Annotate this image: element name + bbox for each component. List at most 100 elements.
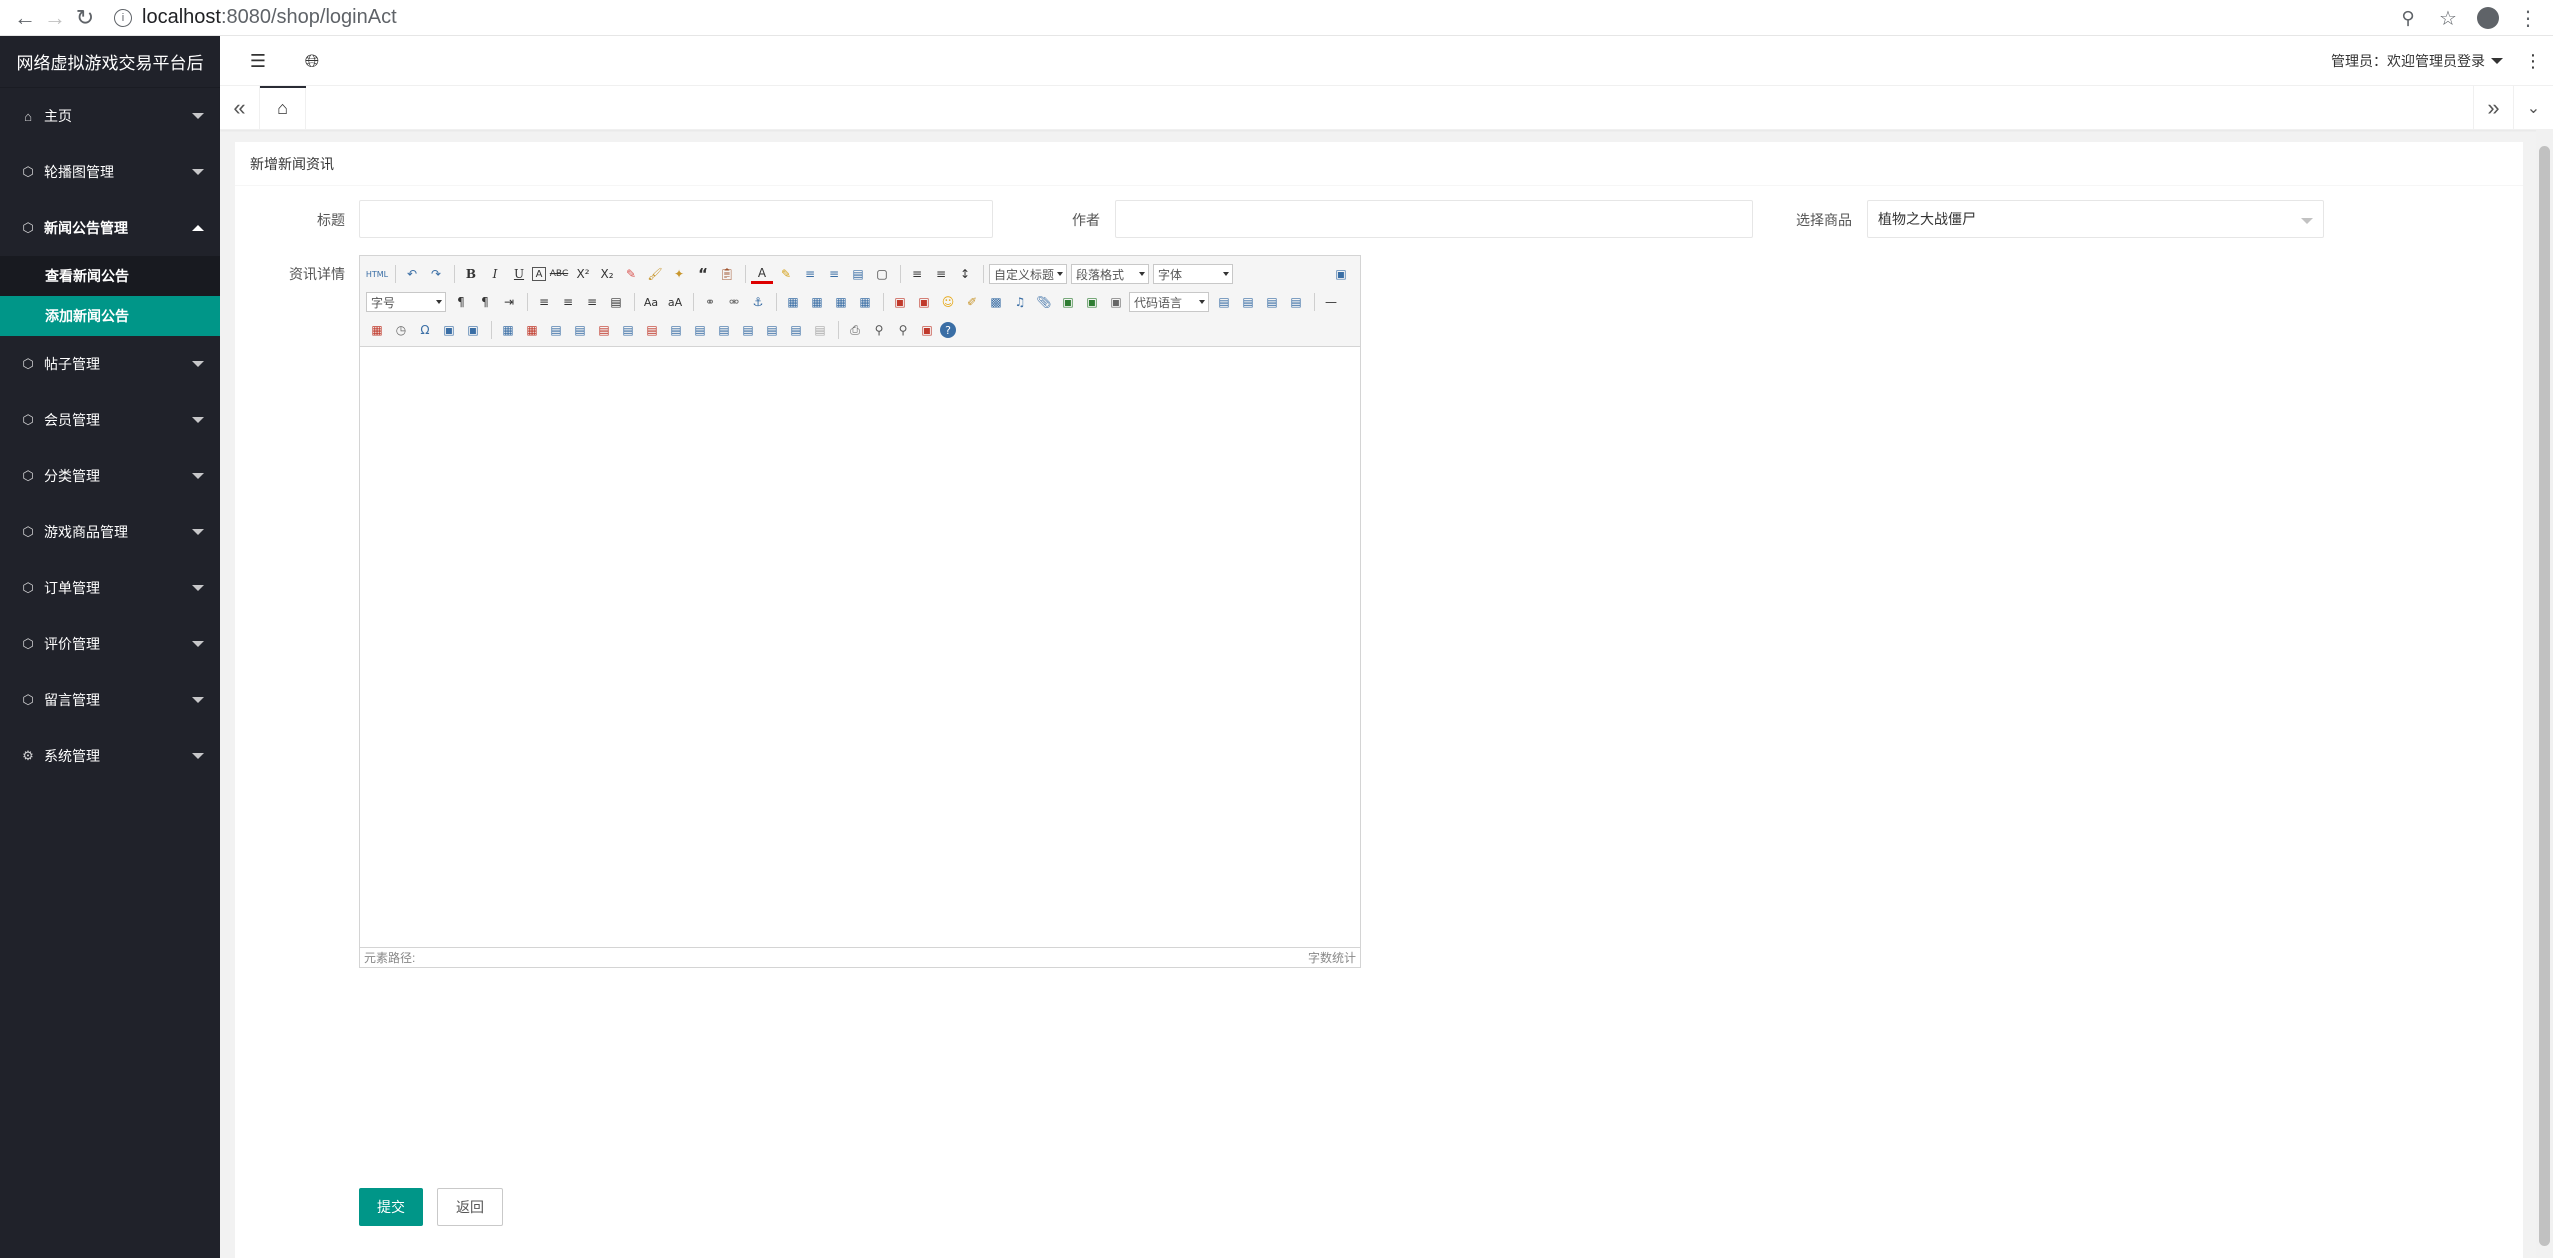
image-left-icon[interactable]: ▦ — [806, 292, 828, 312]
unlink-icon[interactable]: ⚮ — [723, 292, 745, 312]
delete-col-icon[interactable]: ▤ — [641, 320, 663, 340]
submenu-item-add-news[interactable]: 添加新闻公告 — [0, 296, 220, 336]
link-icon[interactable]: ⚭ — [699, 292, 721, 312]
merge-cells-icon[interactable]: ▤ — [665, 320, 687, 340]
preview-icon[interactable]: ⚲ — [868, 320, 890, 340]
insert-col-icon[interactable]: ▤ — [617, 320, 639, 340]
clear-doc-icon[interactable]: ▢ — [871, 264, 893, 284]
delete-row-icon[interactable]: ▤ — [593, 320, 615, 340]
merge-down-icon[interactable]: ▤ — [713, 320, 735, 340]
blockquote-icon[interactable]: “ — [692, 264, 714, 284]
music-icon[interactable]: ♫ — [1009, 292, 1031, 312]
lowercase-icon[interactable]: aA — [664, 292, 686, 312]
user-menu[interactable]: 管理员：欢迎管理员登录 — [2331, 36, 2503, 86]
simple-upload-icon[interactable]: ▣ — [889, 292, 911, 312]
font-color-icon[interactable]: A — [751, 264, 773, 284]
zoom-icon[interactable]: ⚲ — [2393, 3, 2423, 33]
submit-button[interactable]: 提交 — [359, 1188, 423, 1226]
page-scrollbar[interactable] — [2536, 130, 2553, 1258]
select-all-icon[interactable]: ▤ — [847, 264, 869, 284]
undo-icon[interactable]: ↶ — [401, 264, 423, 284]
word-image-icon[interactable]: ▤ — [1285, 292, 1307, 312]
sidebar-item-posts[interactable]: ⬡ 帖子管理 — [0, 336, 220, 392]
background-icon[interactable]: ▤ — [1237, 292, 1259, 312]
word-count-icon[interactable]: ▣ — [462, 320, 484, 340]
ordered-list-icon[interactable]: ≡ — [799, 264, 821, 284]
search-replace-icon[interactable]: ⚲ — [892, 320, 914, 340]
bold-icon[interactable]: B — [460, 264, 482, 284]
scrawl-icon[interactable]: ✐ — [961, 292, 983, 312]
code-language-select[interactable]: 代码语言 — [1129, 292, 1209, 312]
title-input[interactable] — [359, 200, 993, 238]
ltr-direction-icon[interactable]: ¶ — [450, 292, 472, 312]
browser-menu-icon[interactable]: ⋮ — [2513, 3, 2543, 33]
font-border-icon[interactable]: A — [532, 267, 546, 281]
address-bar[interactable]: i localhost:8080/shop/loginAct — [108, 3, 397, 33]
split-rows-icon[interactable]: ▤ — [761, 320, 783, 340]
map-icon[interactable]: ▣ — [1081, 292, 1103, 312]
split-cols-icon[interactable]: ▤ — [785, 320, 807, 340]
insert-image-icon[interactable]: ▣ — [913, 292, 935, 312]
web-page-icon[interactable]: ▣ — [1105, 292, 1127, 312]
italic-icon[interactable]: I — [484, 264, 506, 284]
custom-heading-select[interactable]: 自定义标题 — [989, 264, 1067, 284]
menu-collapse-icon[interactable]: ☰ — [238, 36, 278, 86]
emotion-icon[interactable]: ☺ — [937, 292, 959, 312]
scrollbar-thumb[interactable] — [2539, 146, 2550, 1246]
fullscreen-icon[interactable]: ▣ — [1330, 264, 1352, 284]
anchor-icon[interactable]: ⚓ — [747, 292, 769, 312]
align-center-icon[interactable]: ≡ — [557, 292, 579, 312]
insert-paragraph-before-table-icon[interactable]: ▤ — [545, 320, 567, 340]
sidebar-item-game-goods[interactable]: ⬡ 游戏商品管理 — [0, 504, 220, 560]
insert-table-icon[interactable]: ▦ — [497, 320, 519, 340]
time-icon[interactable]: ◷ — [390, 320, 412, 340]
row-spacing-top-icon[interactable]: ≡ — [906, 264, 928, 284]
browser-back-icon[interactable]: ← — [10, 3, 40, 33]
insert-video-icon[interactable]: ▩ — [985, 292, 1007, 312]
tabs-scroll-left-icon[interactable]: « — [220, 86, 260, 130]
merge-right-icon[interactable]: ▤ — [689, 320, 711, 340]
bookmark-star-icon[interactable]: ☆ — [2433, 3, 2463, 33]
html-source-icon[interactable]: HTML — [366, 264, 388, 284]
split-cells-icon[interactable]: ▤ — [737, 320, 759, 340]
unordered-list-icon[interactable]: ≡ — [823, 264, 845, 284]
align-right-icon[interactable]: ≡ — [581, 292, 603, 312]
image-center-icon[interactable]: ▦ — [854, 292, 876, 312]
sidebar-item-categories[interactable]: ⬡ 分类管理 — [0, 448, 220, 504]
editor-content-area[interactable] — [360, 347, 1360, 947]
tabs-options-chevron-icon[interactable]: ⌄ — [2513, 86, 2553, 130]
profile-avatar-icon[interactable] — [2473, 3, 2503, 33]
more-vertical-icon[interactable]: ⋮ — [2513, 36, 2553, 86]
browser-reload-icon[interactable]: ↻ — [70, 3, 100, 33]
attachment-icon[interactable]: 📎︎ — [1033, 292, 1055, 312]
auto-typeset-icon[interactable]: ✦ — [668, 264, 690, 284]
redo-icon[interactable]: ↷ — [425, 264, 447, 284]
font-size-select[interactable]: 字号 — [366, 292, 446, 312]
date-icon[interactable]: ▦ — [366, 320, 388, 340]
image-right-icon[interactable]: ▦ — [830, 292, 852, 312]
sidebar-item-orders[interactable]: ⬡ 订单管理 — [0, 560, 220, 616]
browser-forward-icon[interactable]: → — [40, 3, 70, 33]
tab-home[interactable]: ⌂ — [260, 86, 306, 130]
uppercase-icon[interactable]: Aa — [640, 292, 662, 312]
special-chars-icon[interactable]: Ω — [414, 320, 436, 340]
insert-row-icon[interactable]: ▤ — [569, 320, 591, 340]
superscript-icon[interactable]: X² — [572, 264, 594, 284]
sidebar-item-news[interactable]: ⬡ 新闻公告管理 — [0, 200, 220, 256]
back-button[interactable]: 返回 — [437, 1188, 503, 1226]
sidebar-item-reviews[interactable]: ⬡ 评价管理 — [0, 616, 220, 672]
font-family-select[interactable]: 字体 — [1153, 264, 1233, 284]
indent-icon[interactable]: ⇥ — [498, 292, 520, 312]
template-icon[interactable]: ▤ — [1213, 292, 1235, 312]
print-icon[interactable]: ⎙ — [844, 320, 866, 340]
page-break-icon[interactable]: ▤ — [1261, 292, 1283, 312]
help-icon[interactable]: ? — [940, 322, 956, 338]
subscript-icon[interactable]: X₂ — [596, 264, 618, 284]
insert-frame-icon[interactable]: ▣ — [1057, 292, 1079, 312]
horizontal-rule-icon[interactable]: — — [1320, 292, 1342, 312]
sidebar-item-system[interactable]: ⚙ 系统管理 — [0, 728, 220, 784]
underline-icon[interactable]: U — [508, 264, 530, 284]
drafts-icon[interactable]: ▣ — [916, 320, 938, 340]
tabs-scroll-right-icon[interactable]: » — [2473, 86, 2513, 130]
remove-format-icon[interactable]: ✎ — [620, 264, 642, 284]
